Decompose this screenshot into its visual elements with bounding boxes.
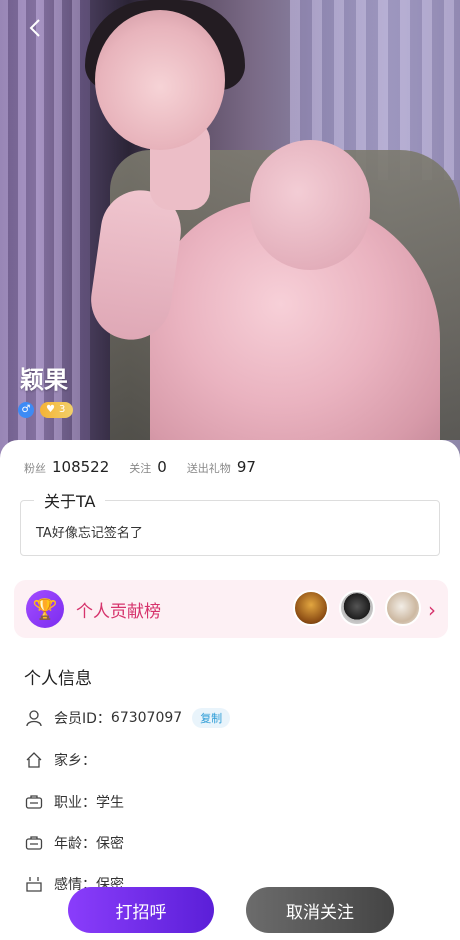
heart-icon: ♥ xyxy=(46,404,55,415)
gifts-label: 送出礼物 xyxy=(186,462,231,475)
avatar[interactable] xyxy=(385,590,421,626)
level-value: 3 xyxy=(58,404,66,415)
user-icon xyxy=(24,708,44,728)
greet-button[interactable]: 打招呼 xyxy=(68,887,214,933)
copy-button[interactable]: 复制 xyxy=(192,708,231,728)
chevron-right-icon[interactable]: › xyxy=(428,598,436,622)
age-text: 年龄：保密 xyxy=(54,836,124,852)
contribution-label: 个人贡献榜 xyxy=(76,602,161,622)
member-id-label: 会员ID： xyxy=(54,711,111,727)
profile-cover-photo: 颖果 ♂ ♥ 3 xyxy=(0,0,460,470)
cake-icon xyxy=(24,833,44,853)
nickname: 颖果 xyxy=(20,366,68,394)
following-value[interactable]: 0 xyxy=(157,458,167,476)
fans-value[interactable]: 108522 xyxy=(52,458,109,476)
contributor-avatars xyxy=(293,590,421,626)
curtain-left xyxy=(0,0,90,470)
following-label: 关注 xyxy=(129,462,152,475)
trophy-icon: 🏆 xyxy=(26,590,64,628)
gifts-value[interactable]: 97 xyxy=(237,458,256,476)
personal-info-title: 个人信息 xyxy=(24,669,92,689)
avatar[interactable] xyxy=(339,590,375,626)
back-button[interactable] xyxy=(24,16,48,40)
level-badge: ♥ 3 xyxy=(40,402,74,418)
heart-outline-icon xyxy=(24,874,44,894)
chevron-left-icon xyxy=(29,19,40,37)
occupation-row: 职业：学生 xyxy=(24,792,124,812)
hometown-row: 家乡： xyxy=(24,750,96,770)
occupation-text: 职业：学生 xyxy=(54,795,124,811)
briefcase-icon xyxy=(24,792,44,812)
about-text: TA好像忘记签名了 xyxy=(36,526,143,541)
home-icon xyxy=(24,750,44,770)
member-id-row: 会员ID： 67307097 复制 xyxy=(24,708,231,728)
figure-head xyxy=(95,10,225,150)
about-title: 关于TA xyxy=(34,488,106,512)
figure-shoulder xyxy=(250,140,370,270)
unfollow-button[interactable]: 取消关注 xyxy=(246,887,394,933)
user-badges: ♂ ♥ 3 xyxy=(18,402,74,418)
stats-row: 粉丝 108522 关注 0 送出礼物 97 xyxy=(24,458,276,476)
fans-label: 粉丝 xyxy=(24,462,46,475)
hometown-text: 家乡： xyxy=(54,753,96,769)
avatar[interactable] xyxy=(293,590,329,626)
member-id-value: 67307097 xyxy=(110,710,183,726)
age-row: 年龄：保密 xyxy=(24,833,124,853)
male-icon: ♂ xyxy=(18,402,34,418)
